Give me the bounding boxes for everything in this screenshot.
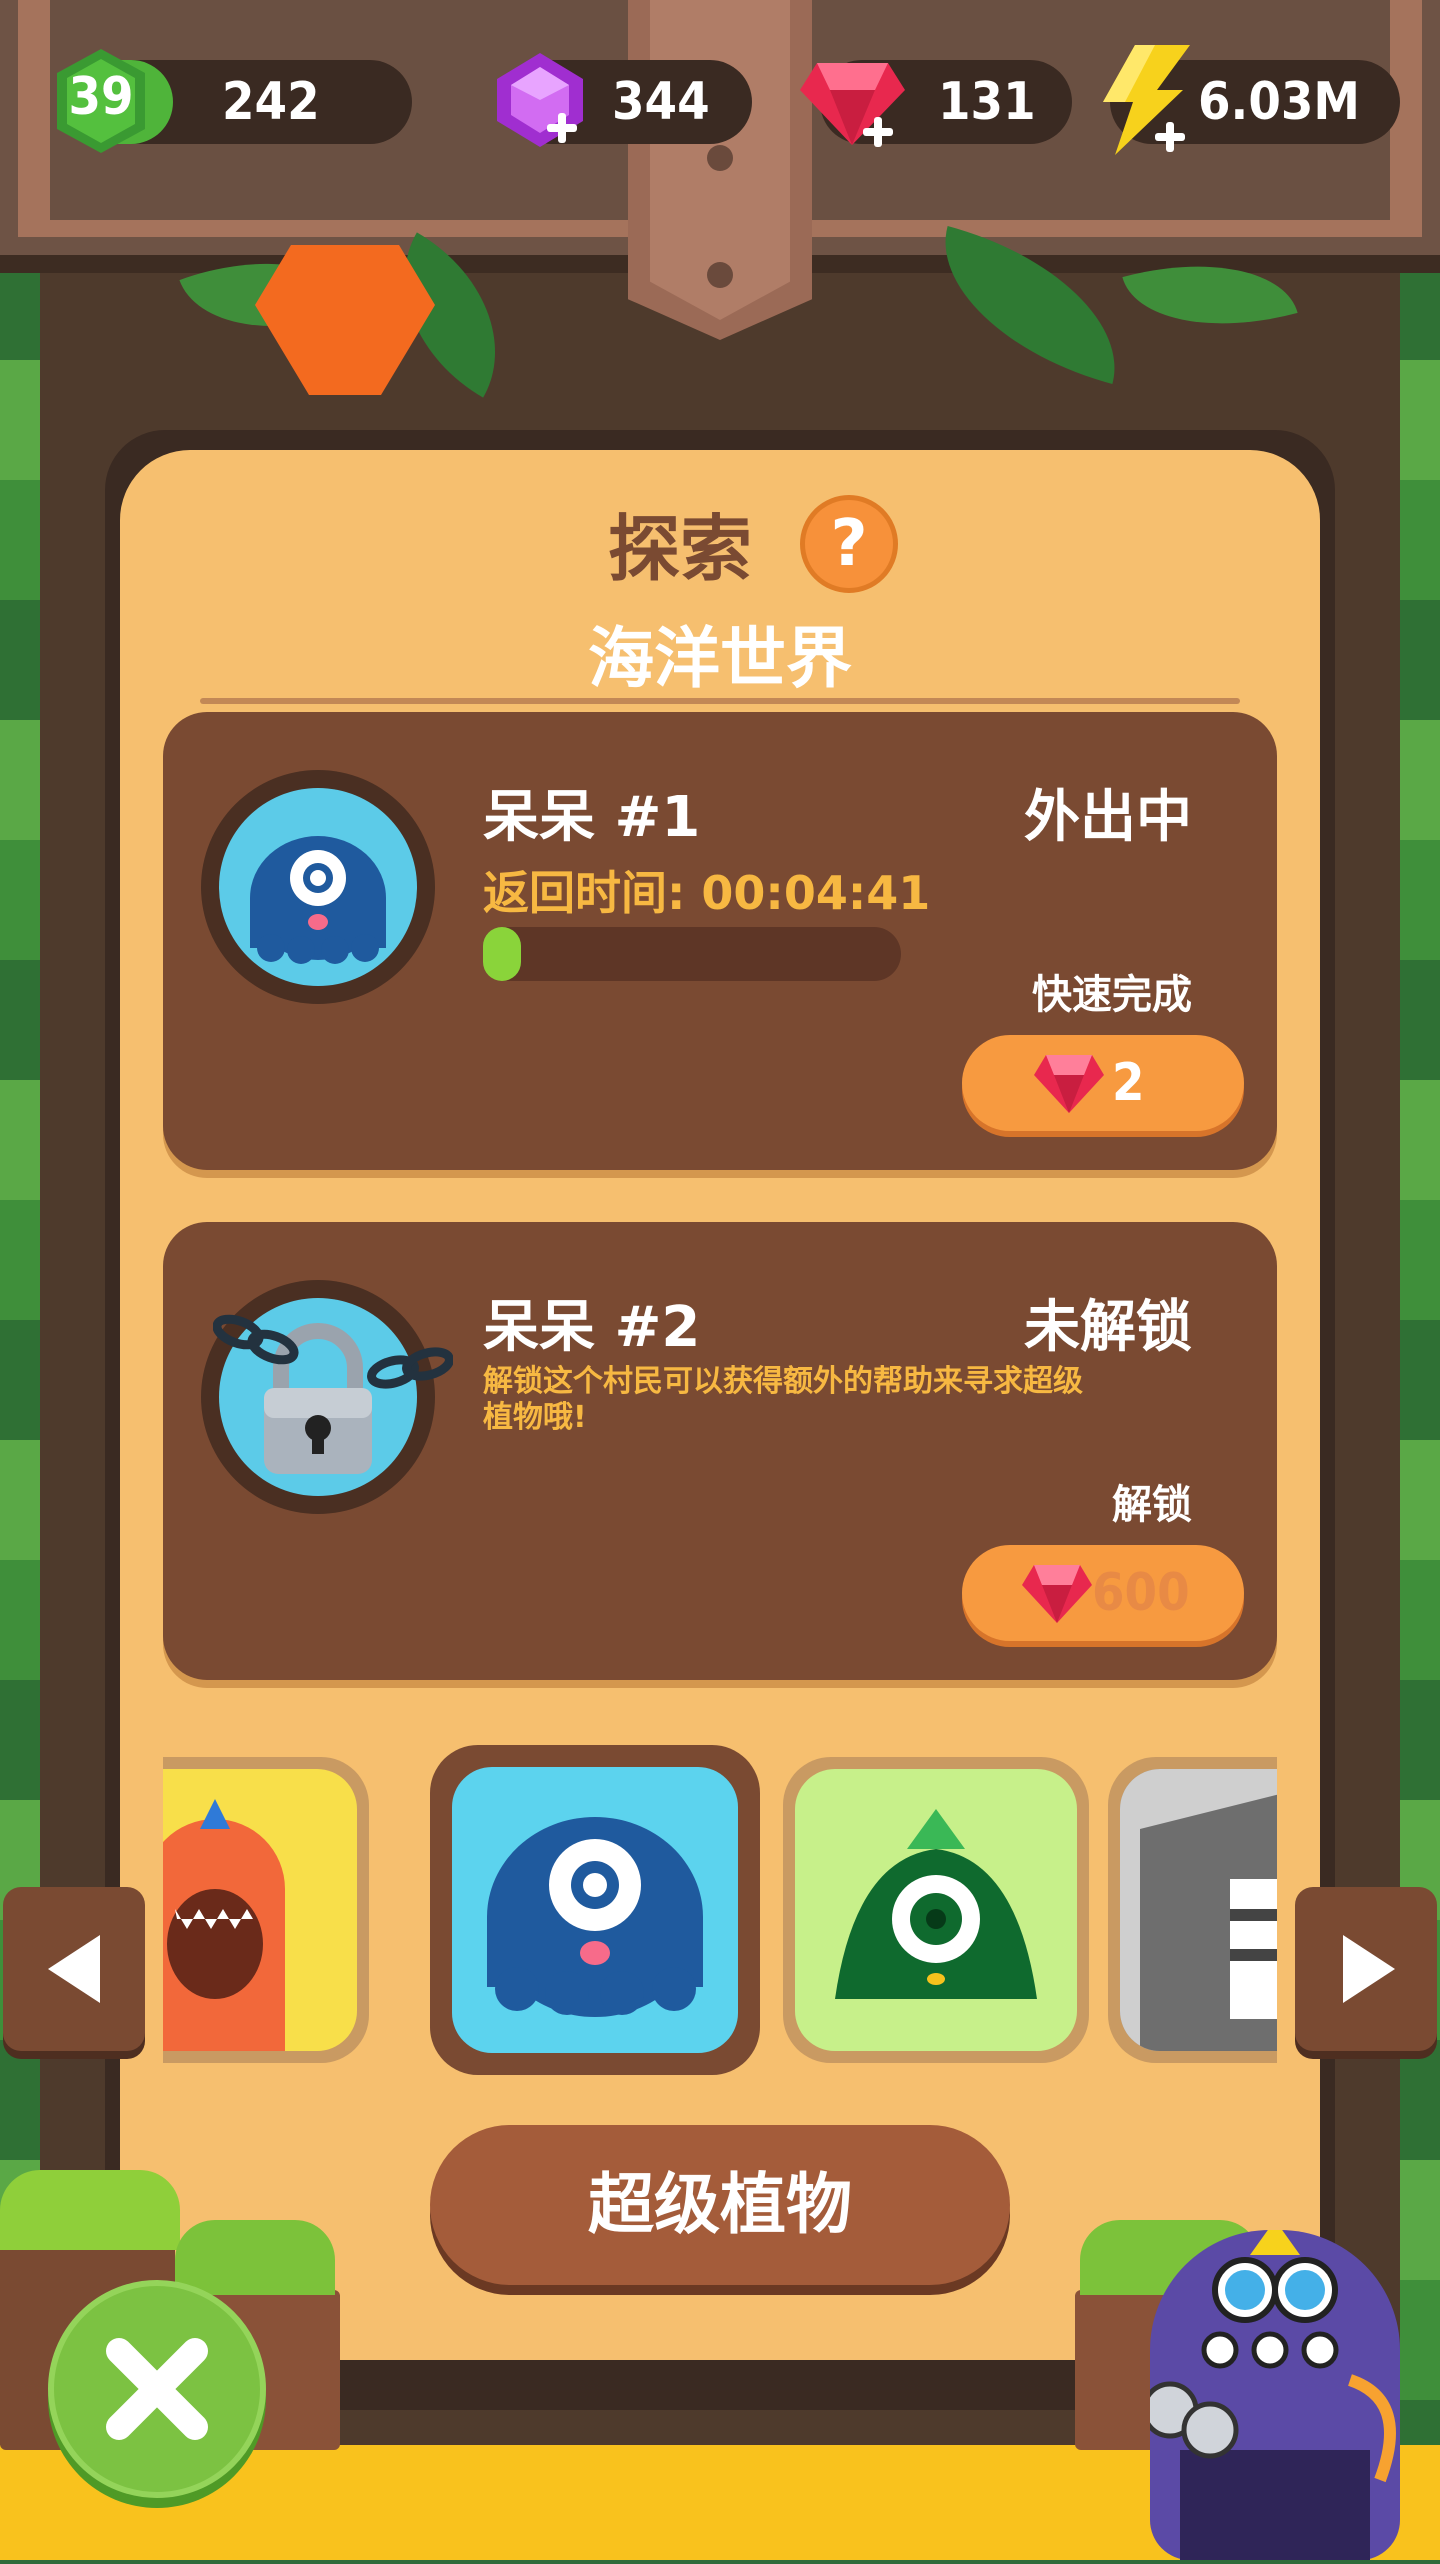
arrow-right-icon	[1343, 1935, 1395, 2003]
red-gem-value: 131	[938, 72, 1036, 132]
energy-value: 6.03M	[1198, 72, 1360, 132]
locked-slot-card: 呆呆 #2 未解锁 解锁这个村民可以获得额外的帮助来寻求超级植物哦! 解锁 60…	[163, 1222, 1277, 1680]
unlock-button[interactable]: 600	[962, 1545, 1244, 1641]
explorer-name: 呆呆 #2	[483, 1295, 701, 1360]
close-button[interactable]	[48, 2280, 266, 2498]
quick-finish-button[interactable]: 2	[962, 1035, 1244, 1131]
arrow-left-icon	[48, 1935, 100, 2003]
explorer-mascot	[1141, 2220, 1400, 2560]
blue-cyclops-icon	[487, 1817, 703, 2017]
add-red-gems-icon[interactable]	[863, 117, 893, 147]
rivet	[707, 145, 733, 171]
carousel-next-button[interactable]	[1295, 1887, 1437, 2051]
panel-title: 探索	[607, 507, 752, 591]
chain-icon	[213, 1314, 453, 1389]
unlock-label: 解锁	[1112, 1482, 1192, 1528]
unlock-description: 解锁这个村民可以获得额外的帮助来寻求超级植物哦!	[483, 1364, 1083, 1435]
quick-finish-label: 快速完成	[1032, 972, 1192, 1018]
help-button[interactable]: ?	[800, 495, 898, 593]
add-energy-icon[interactable]	[1155, 122, 1185, 152]
rivet	[707, 262, 733, 288]
grass-decoration	[0, 2170, 180, 2250]
blue-monster-icon	[250, 836, 386, 964]
red-gem-icon[interactable]	[795, 45, 910, 155]
unlock-cost: 600	[1092, 1563, 1190, 1623]
explorer-carousel	[163, 1745, 1277, 2075]
super-plants-button[interactable]: 超级植物	[430, 2125, 1010, 2285]
divider	[200, 698, 1240, 704]
carousel-item-orange-monster[interactable]	[163, 1757, 369, 2063]
add-purple-gems-icon[interactable]	[547, 113, 577, 143]
orange-monster-icon	[163, 1799, 285, 2051]
red-gem-icon	[1022, 1565, 1092, 1623]
explorer-name: 呆呆 #1	[483, 785, 701, 850]
carousel-item-green-cyclops[interactable]	[783, 1757, 1089, 2063]
return-timer: 返回时间: 00:04:41	[483, 866, 931, 920]
return-progress-bar	[483, 927, 901, 981]
gray-monster-icon	[1120, 1769, 1277, 2051]
explorer-status: 外出中	[1024, 785, 1192, 850]
level-badge: 39	[45, 45, 157, 157]
carousel-item-blue-cyclops[interactable]	[430, 1745, 760, 2075]
quick-finish-cost: 2	[1112, 1053, 1145, 1113]
green-cyclops-icon	[835, 1809, 1037, 1999]
return-progress-fill	[483, 927, 521, 981]
panel-subtitle: 海洋世界	[588, 620, 852, 697]
grass-decoration	[175, 2220, 335, 2295]
explorer-slot-card: 呆呆 #1 外出中 返回时间: 00:04:41 快速完成 2	[163, 712, 1277, 1170]
carousel-prev-button[interactable]	[3, 1887, 145, 2051]
level-value: 39	[68, 67, 134, 127]
purple-gem-icon[interactable]	[485, 45, 595, 155]
carousel-item-gray-monster[interactable]	[1108, 1757, 1277, 2063]
purple-gem-value: 344	[612, 72, 710, 132]
mascot-icon	[1141, 2220, 1396, 2560]
close-icon	[106, 2338, 208, 2440]
red-gem-icon	[1034, 1055, 1104, 1113]
locked-status: 未解锁	[1024, 1295, 1192, 1360]
lightning-icon[interactable]	[1095, 40, 1195, 160]
xp-value: 242	[222, 72, 320, 132]
explorer-avatar	[201, 770, 435, 1004]
